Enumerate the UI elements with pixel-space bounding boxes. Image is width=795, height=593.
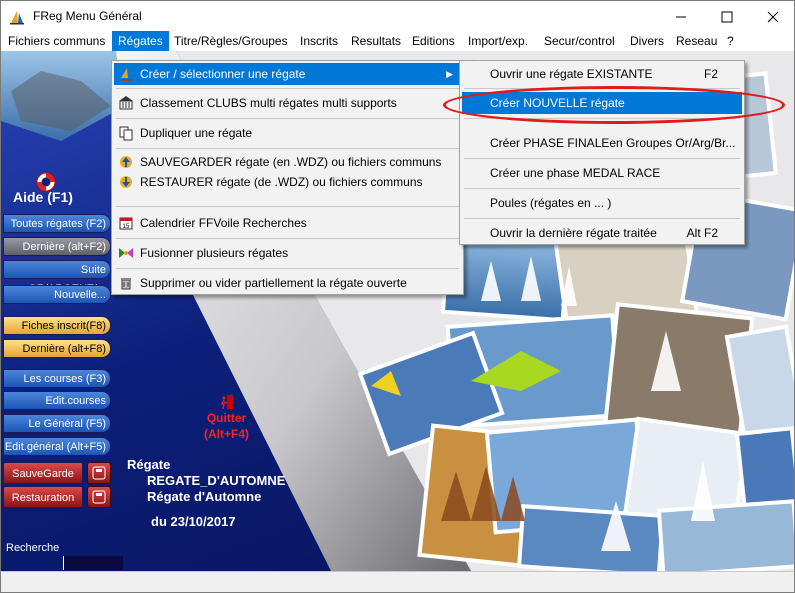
quit-label: Quitter [206, 411, 247, 425]
regate-info: Régate REGATE_D'AUTOMNE Régate d'Automne… [127, 457, 285, 530]
maximize-icon [721, 11, 733, 22]
recherche-label: Recherche [6, 542, 60, 554]
menu-help[interactable]: ? [727, 31, 734, 51]
building-icon [119, 96, 133, 110]
recherche-input[interactable] [63, 556, 123, 570]
annotation-ellipse [443, 86, 785, 124]
submenu-item-poules[interactable]: Poules (régates en ... ) [462, 192, 742, 214]
menu-titre-regles-groupes[interactable]: Titre/Règles/Groupes [174, 31, 288, 51]
submenu-item-derniere-traitee[interactable]: Ouvrir la dernière régate traitée Alt F2 [462, 222, 742, 244]
restauration-button[interactable]: Restauration [3, 486, 83, 508]
status-bar [0, 571, 795, 593]
exit-door-icon [220, 395, 233, 410]
menu-reseau[interactable]: Reseau [676, 31, 717, 51]
menu-separator [116, 238, 459, 239]
menu-item-creer-selectionner[interactable]: Créer / sélectionner une régate ▶ [114, 63, 461, 85]
sauvegarde-button[interactable]: SauveGarde [3, 462, 83, 484]
regates-dropdown: Créer / sélectionner une régate ▶ Classe… [111, 60, 464, 295]
sauvegarde-icon-button[interactable] [87, 462, 111, 484]
menu-separator [464, 218, 740, 219]
menu-item-restaurer[interactable]: RESTAURER régate (de .WDZ) ou fichiers c… [114, 172, 461, 192]
shortcut-label: Alt F2 [686, 226, 718, 240]
menu-separator [464, 158, 740, 159]
title-bar: FReg Menu Général [0, 0, 795, 31]
menu-item-supprimer[interactable]: Supprimer ou vider partiellement la réga… [114, 272, 461, 294]
toutes-regates-button[interactable]: Toutes régates (F2) [3, 214, 111, 233]
trash-icon [121, 278, 131, 290]
submenu-item-medal-race[interactable]: Créer une phase MEDAL RACE [462, 162, 742, 184]
les-courses-button[interactable]: Les courses (F3) [3, 369, 111, 388]
menu-resultats[interactable]: Resultats [351, 31, 401, 51]
menu-separator [116, 206, 459, 207]
quit-button[interactable]: Quitter (Alt+F4) [204, 394, 249, 442]
merge-icon [119, 248, 133, 258]
minimize-button[interactable] [658, 1, 704, 32]
menu-regates[interactable]: Régates [112, 31, 169, 51]
menu-separator [116, 118, 459, 119]
aide-label[interactable]: Aide (F1) [13, 189, 73, 205]
menu-secur-control[interactable]: Secur/control [544, 31, 615, 51]
maximize-button[interactable] [704, 1, 750, 32]
menu-separator [116, 148, 459, 149]
disk-icon [92, 490, 106, 504]
menu-inscrits[interactable]: Inscrits [300, 31, 338, 51]
calendar-icon: 15 [119, 217, 133, 230]
window-title: FReg Menu Général [33, 9, 142, 23]
close-icon [767, 11, 779, 22]
svg-text:15: 15 [123, 224, 130, 230]
app-icon [10, 11, 24, 25]
menu-separator [116, 268, 459, 269]
menu-item-sauvegarder[interactable]: SAUVEGARDER régate (en .WDZ) ou fichiers… [114, 152, 461, 172]
edit-general-button[interactable]: Edit.général (Alt+F5) [3, 437, 111, 456]
derniere-inscrit-button[interactable]: Dernière (alt+F8) [3, 339, 111, 358]
menu-bar: Fichiers communs Régates Titre/Règles/Gr… [0, 31, 795, 51]
regate-name: Régate d'Automne [147, 489, 262, 504]
nouvelle-button[interactable]: Nouvelle... [3, 285, 111, 304]
copy-icon [119, 126, 133, 141]
shortcut-label: F2 [703, 67, 718, 81]
minimize-icon [676, 16, 686, 17]
restauration-icon-button[interactable] [87, 486, 111, 508]
save-icon [120, 156, 132, 168]
menu-import-exp[interactable]: Import/exp. [468, 31, 528, 51]
menu-item-classement-clubs[interactable]: Classement CLUBS multi régates multi sup… [114, 92, 461, 114]
submenu-item-ouvrir-existante[interactable]: Ouvrir une régate EXISTANTE F2 [462, 63, 742, 85]
fiches-inscrit-button[interactable]: Fiches inscrit(F8) [3, 316, 111, 335]
menu-editions[interactable]: Editions [412, 31, 455, 51]
derniere-regate-button[interactable]: Dernière (alt+F2) [3, 237, 111, 256]
restore-icon [120, 176, 132, 188]
menu-item-calendrier[interactable]: 15 Calendrier FFVoile Recherches [114, 212, 461, 234]
menu-divers[interactable]: Divers [630, 31, 664, 51]
chevron-right-icon: ▶ [446, 69, 453, 79]
menu-fichiers-communs[interactable]: Fichiers communs [8, 31, 105, 51]
close-button[interactable] [750, 1, 795, 32]
suite-or-argent-button[interactable]: Suite OR/ARGENT/... [3, 260, 111, 295]
le-general-button[interactable]: Le Général (F5) [3, 414, 111, 433]
regate-date: du 23/10/2017 [151, 514, 236, 529]
sailboat-icon [120, 68, 132, 81]
menu-separator [116, 88, 459, 89]
disk-icon [92, 466, 106, 480]
quit-shortcut: (Alt+F4) [204, 427, 249, 441]
submenu-item-phase-finale[interactable]: Créer PHASE FINALEen Groupes Or/Arg/Br..… [462, 132, 742, 154]
menu-item-fusionner[interactable]: Fusionner plusieurs régates [114, 242, 461, 264]
menu-item-dupliquer[interactable]: Dupliquer une régate [114, 122, 461, 144]
regate-code: REGATE_D'AUTOMNE [147, 473, 286, 488]
regate-label: Régate [127, 457, 171, 472]
menu-separator [464, 188, 740, 189]
edit-courses-button[interactable]: Edit.courses (Alt+F3) [3, 391, 111, 426]
